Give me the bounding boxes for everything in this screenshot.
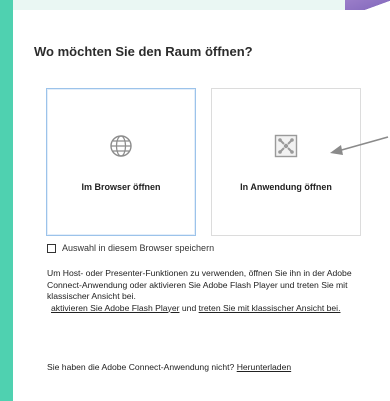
enable-flash-link[interactable]: aktivieren Sie Adobe Flash Player (51, 303, 180, 313)
info-links: aktivieren Sie Adobe Flash Player und tr… (47, 303, 367, 315)
connect-app-icon (274, 134, 298, 158)
open-in-application-option[interactable]: In Anwendung öffnen (211, 88, 361, 236)
left-accent-bar (0, 0, 13, 401)
open-in-browser-option[interactable]: Im Browser öffnen (46, 88, 196, 236)
download-link[interactable]: Herunterladen (237, 362, 291, 372)
open-in-browser-label: Im Browser öffnen (81, 182, 161, 192)
open-in-application-label: In Anwendung öffnen (240, 182, 332, 192)
info-text: Um Host- oder Presenter-Funktionen zu ve… (47, 268, 352, 301)
top-header-strip (13, 0, 390, 10)
help-text: Sie haben die Adobe Connect-Anwendung ni… (47, 362, 235, 372)
remember-choice-checkbox[interactable] (47, 243, 56, 253)
pointer-arrow-icon (330, 136, 389, 155)
link-conjunction: und (181, 302, 197, 313)
download-help-text: Sie haben die Adobe Connect-Anwendung ni… (47, 362, 367, 373)
info-text-block: Um Host- oder Presenter-Funktionen zu ve… (47, 268, 367, 314)
remember-choice-row[interactable]: Auswahl in diesem Browser speichern (47, 243, 214, 253)
remember-choice-label: Auswahl in diesem Browser speichern (62, 243, 215, 253)
dialog-title: Wo möchten Sie den Raum öffnen? (34, 44, 253, 59)
globe-icon (110, 135, 132, 157)
join-classic-view-link[interactable]: treten Sie mit klassischer Ansicht bei. (199, 303, 341, 313)
